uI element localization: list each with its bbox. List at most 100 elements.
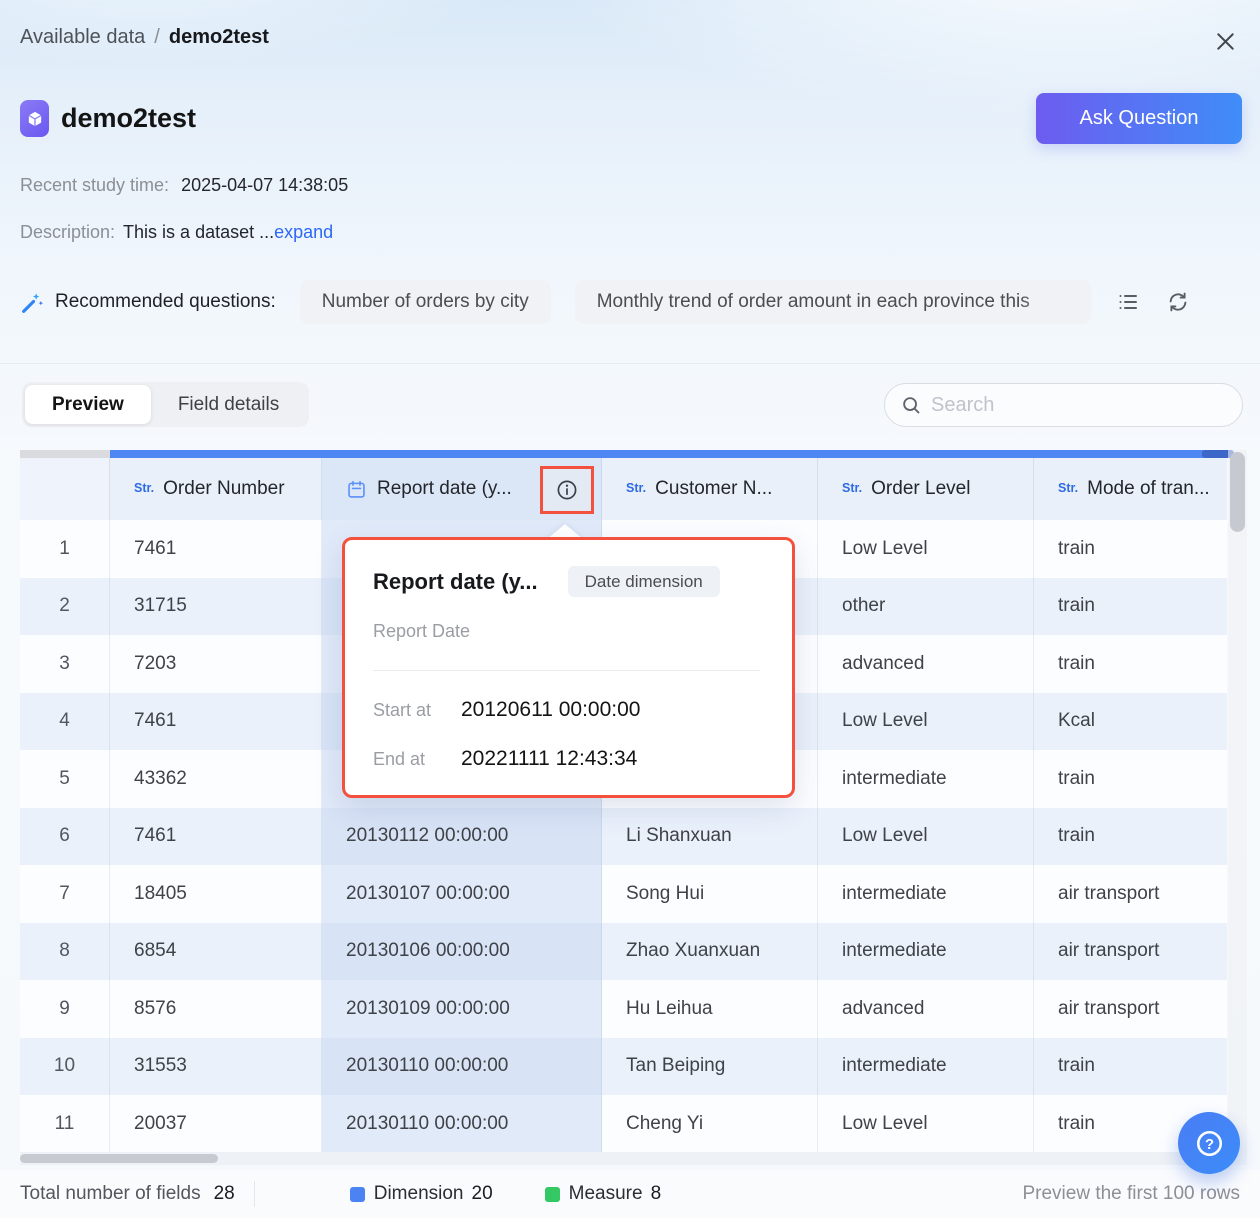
ask-question-button[interactable]: Ask Question — [1036, 93, 1242, 144]
breadcrumb-parent[interactable]: Available data — [20, 26, 145, 49]
recommended-questions-label: Recommended questions: — [55, 291, 276, 313]
description-text: This is a dataset ... — [123, 222, 274, 243]
preview-rows-note: Preview the first 100 rows — [1022, 1183, 1240, 1205]
row-number: 3 — [20, 635, 110, 693]
svg-text:?: ? — [1204, 1136, 1213, 1152]
field-info-popup: Report date (y... Date dimension Report … — [342, 537, 795, 798]
cell-date: 20130106 00:00:00 — [322, 923, 602, 981]
popup-end-value: 20221111 12:43:34 — [461, 747, 637, 771]
row-number: 9 — [20, 980, 110, 1038]
cell-customer: Li Shanxuan — [602, 808, 818, 866]
popup-field-title: Report date (y... — [373, 569, 538, 595]
measure-value: 8 — [651, 1183, 662, 1205]
cell-mode: train — [1034, 578, 1227, 636]
cell-mode: train — [1034, 1038, 1227, 1096]
tab-preview[interactable]: Preview — [25, 385, 151, 424]
vertical-scrollbar-thumb[interactable] — [1230, 452, 1245, 532]
table-row: 8685420130106 00:00:00Zhao Xuanxuaninter… — [20, 923, 1227, 981]
view-tabs: Preview Field details — [22, 382, 309, 427]
search-icon — [900, 394, 922, 416]
cell-date: 20130107 00:00:00 — [322, 865, 602, 923]
cell-level: Low Level — [818, 1095, 1034, 1152]
column-header-order[interactable]: Str.Order Number — [110, 458, 322, 520]
cell-order: 7461 — [110, 808, 322, 866]
cell-mode: train — [1034, 635, 1227, 693]
cell-order: 8576 — [110, 980, 322, 1038]
tab-field-details[interactable]: Field details — [151, 385, 306, 424]
help-button[interactable]: ? — [1178, 1112, 1240, 1174]
table-row: 71840520130107 00:00:00Song Huiintermedi… — [20, 865, 1227, 923]
horizontal-scrollbar-thumb[interactable] — [20, 1154, 218, 1163]
row-number: 8 — [20, 923, 110, 981]
search-input[interactable] — [931, 394, 1211, 417]
recommended-questions-row: Recommended questions: Number of orders … — [20, 280, 1191, 324]
recent-study-value: 2025-04-07 14:38:05 — [181, 175, 348, 196]
cell-level: intermediate — [818, 923, 1034, 981]
table-row: 103155320130110 00:00:00Tan Beipinginter… — [20, 1038, 1227, 1096]
cell-order: 18405 — [110, 865, 322, 923]
info-icon[interactable] — [543, 469, 591, 511]
footer-bar: Total number of fields 28 Dimension 20 M… — [0, 1170, 1260, 1218]
popup-start-value: 20120611 00:00:00 — [461, 698, 640, 722]
popup-field-type-badge: Date dimension — [568, 566, 720, 597]
cell-level: advanced — [818, 980, 1034, 1038]
column-header-customer[interactable]: Str.Customer N... — [602, 458, 818, 520]
dimension-value: 20 — [472, 1183, 493, 1205]
cell-mode: train — [1034, 750, 1227, 808]
table-header-row: Str.Order NumberReport date (y...Str.Cus… — [20, 458, 1227, 520]
popup-start-label: Start at — [373, 700, 461, 721]
horizontal-scrollbar-track — [20, 1152, 1227, 1165]
vertical-scrollbar-track — [1228, 450, 1247, 1165]
description-row: Description: This is a dataset ... expan… — [20, 222, 333, 243]
cell-order: 7203 — [110, 635, 322, 693]
footer-divider — [254, 1181, 255, 1207]
cell-mode: train — [1034, 808, 1227, 866]
cell-mode: air transport — [1034, 980, 1227, 1038]
search-box[interactable] — [884, 383, 1243, 427]
popup-field-subtitle: Report Date — [373, 621, 470, 642]
column-header-level[interactable]: Str.Order Level — [818, 458, 1034, 520]
cell-order: 7461 — [110, 520, 322, 578]
popup-divider — [373, 670, 760, 671]
row-number: 5 — [20, 750, 110, 808]
cell-mode: Kcal — [1034, 693, 1227, 751]
dimension-label: Dimension — [374, 1183, 464, 1205]
cell-order: 7461 — [110, 693, 322, 751]
expand-link[interactable]: expand — [274, 222, 333, 243]
recommended-question-text: Number of orders by city — [322, 291, 529, 313]
table-row: 112003720130110 00:00:00Cheng YiLow Leve… — [20, 1095, 1227, 1152]
page-title: demo2test — [61, 103, 196, 134]
cell-date: 20130109 00:00:00 — [322, 980, 602, 1038]
recommended-question-chip-2[interactable]: Monthly trend of order amount in each pr… — [575, 280, 1091, 324]
row-number: 10 — [20, 1038, 110, 1096]
magic-wand-icon — [20, 290, 45, 315]
row-number: 7 — [20, 865, 110, 923]
row-number: 6 — [20, 808, 110, 866]
table-row: 6746120130112 00:00:00Li ShanxuanLow Lev… — [20, 808, 1227, 866]
recommended-question-chip-1[interactable]: Number of orders by city — [300, 280, 551, 324]
header-strip-gray — [20, 450, 110, 458]
dimension-legend-swatch — [350, 1187, 365, 1202]
total-fields-label: Total number of fields — [20, 1183, 201, 1205]
refresh-icon[interactable] — [1165, 289, 1191, 315]
cell-order: 43362 — [110, 750, 322, 808]
cell-date: 20130112 00:00:00 — [322, 808, 602, 866]
cell-level: Low Level — [818, 808, 1034, 866]
cell-mode: train — [1034, 520, 1227, 578]
breadcrumb: Available data / demo2test — [20, 26, 269, 49]
header-strip-blue — [110, 450, 1227, 458]
cell-customer: Zhao Xuanxuan — [602, 923, 818, 981]
column-header-mode[interactable]: Str.Mode of tran... — [1034, 458, 1227, 520]
row-number-column-header — [20, 458, 110, 520]
cell-level: intermediate — [818, 750, 1034, 808]
recent-study-label: Recent study time: — [20, 175, 169, 196]
cell-order: 31553 — [110, 1038, 322, 1096]
close-icon[interactable] — [1211, 27, 1239, 55]
row-number: 2 — [20, 578, 110, 636]
total-fields-value: 28 — [214, 1183, 235, 1205]
breadcrumb-current: demo2test — [169, 26, 269, 49]
cell-customer: Tan Beiping — [602, 1038, 818, 1096]
question-list-icon[interactable] — [1115, 289, 1141, 315]
measure-label: Measure — [569, 1183, 643, 1205]
cell-customer: Hu Leihua — [602, 980, 818, 1038]
